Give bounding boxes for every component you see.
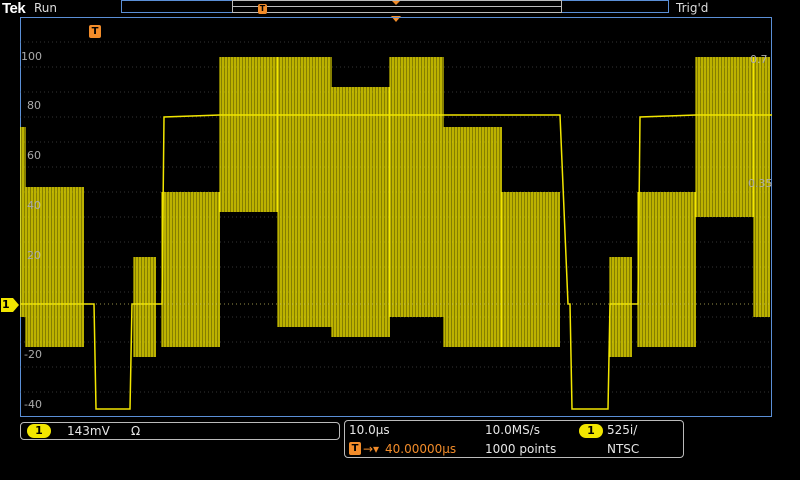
sample-rate: 10.0MS/s — [485, 423, 540, 437]
ch1-scale: 143mV — [67, 424, 110, 438]
timebase-scale[interactable]: 10.0µs — [349, 423, 390, 437]
record-trigger-marker: T — [258, 4, 267, 14]
channel-1-panel[interactable]: 1 143mV Ω — [20, 422, 340, 440]
grat-label-60: 60 — [27, 149, 41, 162]
tek-logo: Tek — [2, 0, 26, 17]
acquisition-panel[interactable]: 10.0µs T →▾ 40.00000µs 10.0MS/s 1000 poi… — [344, 420, 684, 458]
grat-label-0-7: 0.7 — [750, 53, 768, 66]
grat-label-40: 40 — [27, 199, 41, 212]
grat-label-minus20: -20 — [24, 348, 42, 361]
trigger-arrow-icon: →▾ — [363, 442, 380, 456]
trigger-source-badge: 1 — [579, 424, 603, 438]
grat-label-100: 100 — [21, 50, 42, 63]
ch1-badge: 1 — [27, 424, 51, 438]
record-length: 1000 points — [485, 442, 557, 456]
waveform-graticule[interactable] — [20, 17, 772, 417]
record-trigger-arrow-icon — [392, 1, 400, 5]
grat-label-0-35: 0.35 — [748, 177, 773, 190]
video-standard: NTSC — [607, 442, 640, 456]
run-status: Run — [34, 1, 58, 15]
ch1-impedance: Ω — [131, 424, 141, 438]
trigger-status: Trig'd — [676, 1, 709, 15]
grat-label-minus40: -40 — [24, 398, 42, 411]
ch1-marker-label: 1 — [2, 298, 10, 311]
trigger-position-icon: T — [349, 442, 361, 455]
ch1-waveform — [20, 57, 772, 410]
trigger-position[interactable]: 40.00000µs — [385, 442, 456, 456]
grat-label-80: 80 — [27, 99, 41, 112]
grat-label-20: 20 — [27, 249, 41, 262]
video-format: 525i/ — [607, 423, 638, 437]
